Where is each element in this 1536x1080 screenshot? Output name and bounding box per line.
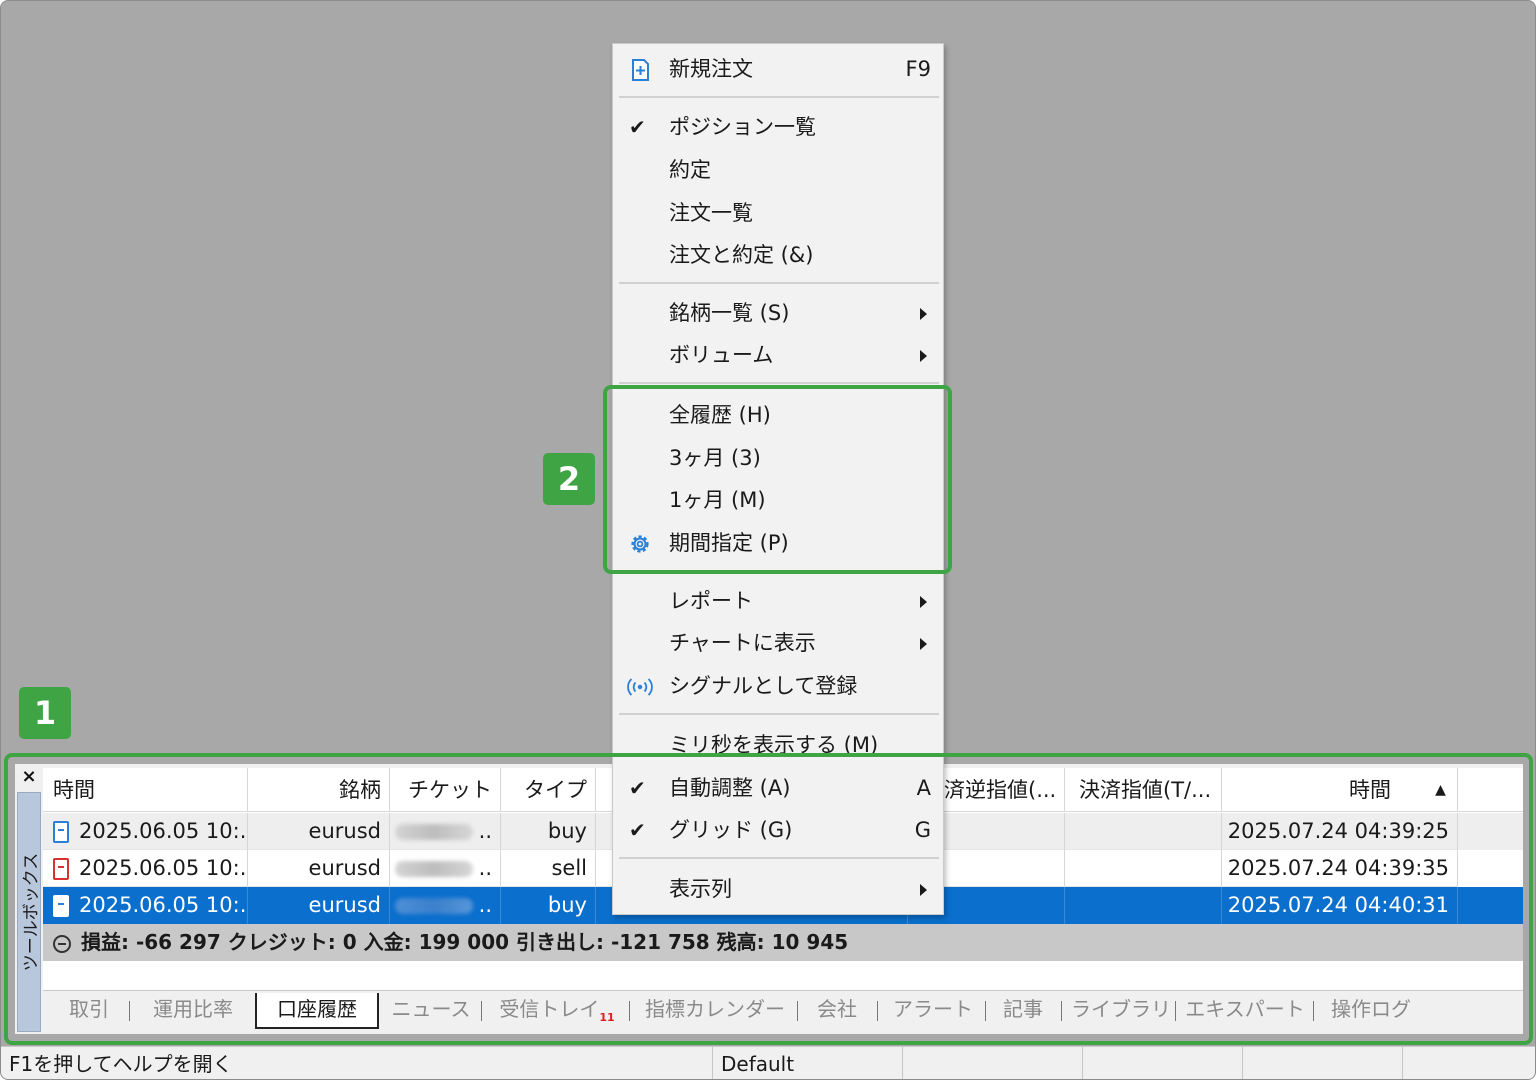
menu-label: 銘柄一覧 (S) — [669, 301, 790, 325]
status-cell-empty — [1083, 1047, 1243, 1079]
submenu-arrow-icon — [920, 308, 927, 320]
menu-item-show-on-chart[interactable]: チャートに表示 — [613, 622, 943, 664]
menu-label: 新規注文 — [669, 57, 753, 81]
menu-label: ポジション一覧 — [669, 115, 816, 139]
menu-item-deals[interactable]: 約定 — [613, 149, 943, 191]
checkmark-icon: ✔ — [629, 115, 646, 139]
status-bar: F1を押してヘルプを開く Default — [1, 1046, 1535, 1079]
menu-item-orders[interactable]: 注文一覧 — [613, 192, 943, 234]
annotation-badge-1: 1 — [19, 687, 71, 739]
menu-item-register-signal[interactable]: シグナルとして登録 — [613, 665, 943, 707]
menu-item-new-order[interactable]: 新規注文 F9 — [613, 48, 943, 90]
menu-label: チャートに表示 — [669, 631, 816, 655]
status-help-text: F1を押してヘルプを開く — [1, 1047, 713, 1079]
annotation-badge-2: 2 — [543, 453, 595, 505]
menu-label: ボリューム — [669, 343, 774, 367]
submenu-arrow-icon — [920, 350, 927, 362]
status-cell-empty — [1243, 1047, 1403, 1079]
submenu-arrow-icon — [920, 596, 927, 608]
terminal-window: × ツールボックス 時間 銘柄 チケット タイプ 済逆指値(... 決済指値(T… — [0, 0, 1536, 1080]
menu-item-positions[interactable]: ✔ ポジション一覧 — [613, 106, 943, 148]
menu-item-volume[interactable]: ボリューム — [613, 334, 943, 376]
menu-item-orders-and-deals[interactable]: 注文と約定 (&) — [613, 234, 943, 276]
menu-item-symbols[interactable]: 銘柄一覧 (S) — [613, 292, 943, 334]
submenu-arrow-icon — [920, 638, 927, 650]
status-cell-empty — [903, 1047, 1083, 1079]
menu-label: 約定 — [669, 158, 711, 182]
highlight-box-period — [603, 385, 952, 574]
menu-label: シグナルとして登録 — [669, 674, 858, 698]
signal-icon — [627, 678, 653, 696]
status-profile[interactable]: Default — [713, 1047, 903, 1079]
highlight-box-toolbox — [4, 753, 1533, 1045]
menu-item-report[interactable]: レポート — [613, 580, 943, 622]
new-order-icon — [632, 59, 649, 81]
menu-shortcut: F9 — [905, 57, 931, 81]
menu-label: 注文と約定 (&) — [669, 243, 814, 267]
menu-label: 注文一覧 — [669, 201, 753, 225]
menu-label: レポート — [669, 589, 753, 613]
